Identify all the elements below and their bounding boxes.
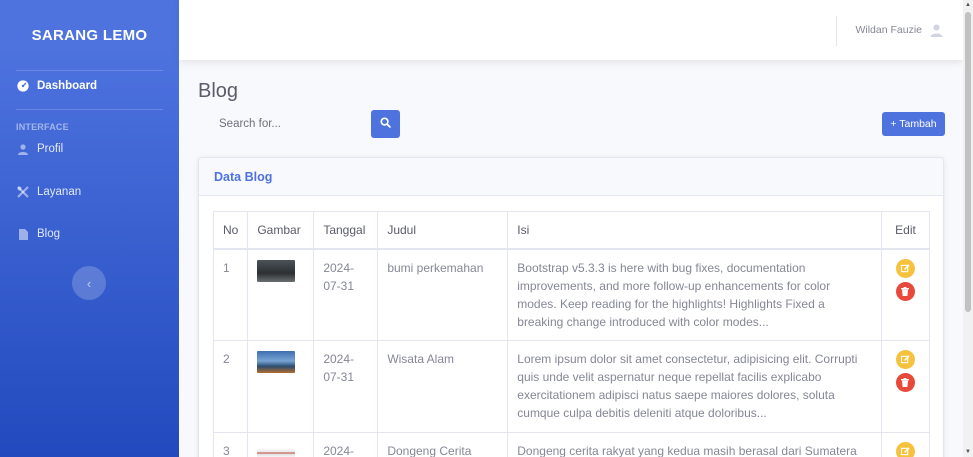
search-input[interactable]	[198, 110, 370, 138]
column-header-isi[interactable]: Isi	[507, 211, 882, 249]
column-header-judul[interactable]: Judul	[377, 211, 509, 249]
scroll-down-icon[interactable]: ▼	[963, 447, 973, 457]
column-header-tanggal[interactable]: Tanggal	[313, 211, 379, 249]
file-icon	[16, 228, 30, 240]
cell-isi: Bootstrap v5.3.3 is here with bug fixes,…	[507, 248, 882, 341]
tachometer-icon	[16, 80, 30, 92]
cell-no: 3	[212, 432, 249, 457]
blog-thumbnail[interactable]	[257, 448, 296, 457]
cell-edit	[880, 248, 931, 341]
scroll-up-icon[interactable]: ▲	[963, 0, 973, 10]
trash-icon	[901, 378, 910, 387]
column-header-gambar[interactable]: Gambar	[247, 211, 315, 249]
edit-icon	[900, 263, 910, 272]
page-scrollbar[interactable]: ▲ ▼	[963, 0, 973, 457]
user-icon	[16, 143, 30, 155]
edit-icon	[900, 355, 910, 364]
sidebar-item-label: Profil	[37, 143, 64, 155]
sidebar-brand[interactable]: SARANG LEMO	[0, 0, 179, 70]
cell-tanggal: 2024-07-31	[313, 248, 379, 341]
edit-button[interactable]	[895, 350, 915, 369]
table-row: 2 2024-07-31 Wisata Alam Lorem ipsum dol…	[212, 340, 931, 433]
cell-isi: Dongeng cerita rakyat yang kedua masih b…	[507, 432, 882, 457]
data-blog-card: Data Blog No Gambar Tanggal Judul Isi Ed…	[198, 157, 944, 457]
cell-no: 2	[212, 340, 249, 433]
sidebar-item-label: Layanan	[37, 186, 82, 198]
scrollbar-thumb[interactable]	[965, 12, 971, 312]
cell-edit	[880, 340, 931, 433]
tools-icon	[16, 186, 30, 198]
edit-button[interactable]	[895, 258, 915, 278]
cell-no: 1	[212, 248, 249, 341]
sidebar-item-profil[interactable]: Profil	[0, 137, 179, 161]
delete-button[interactable]	[895, 373, 915, 392]
sidebar: SARANG LEMO Dashboard INTERFACE Profil L…	[0, 0, 179, 457]
cell-judul: bumi perkemahan	[377, 248, 509, 341]
table-row: 3 2024- Dongeng Cerita Dongeng cerita ra…	[212, 432, 931, 457]
cell-tanggal: 2024-	[313, 432, 379, 457]
user-avatar-icon	[930, 23, 943, 37]
sidebar-divider	[16, 109, 163, 110]
table-row: 1 2024-07-31 bumi perkemahan Bootstrap v…	[212, 248, 931, 341]
user-name: Wildan Fauzie	[855, 24, 922, 36]
sidebar-item-label: Blog	[37, 228, 61, 240]
cell-edit	[880, 432, 931, 457]
sidebar-item-blog[interactable]: Blog	[0, 222, 179, 246]
blog-thumbnail[interactable]	[257, 259, 296, 282]
cell-judul: Dongeng Cerita	[377, 432, 509, 457]
trash-icon	[901, 286, 910, 296]
blog-thumbnail[interactable]	[257, 351, 296, 373]
delete-button[interactable]	[895, 281, 915, 301]
chevron-left-icon: ‹	[86, 275, 92, 291]
column-header-no[interactable]: No	[212, 211, 249, 249]
cell-isi: Lorem ipsum dolor sit amet consectetur, …	[507, 340, 882, 433]
sidebar-toggle-button[interactable]: ‹	[72, 266, 106, 300]
cell-gambar	[247, 248, 315, 341]
user-menu[interactable]: Wildan Fauzie	[855, 0, 943, 60]
edit-icon	[900, 447, 910, 456]
sidebar-item-label: Dashboard	[37, 80, 98, 92]
search-icon	[380, 115, 391, 133]
topbar: Wildan Fauzie	[179, 0, 963, 60]
page-title: Blog	[198, 80, 239, 102]
sidebar-item-layanan[interactable]: Layanan	[0, 180, 179, 204]
cell-gambar	[247, 340, 315, 433]
topbar-divider	[836, 16, 837, 46]
table-header-row: No Gambar Tanggal Judul Isi Edit	[212, 211, 931, 249]
sidebar-item-dashboard[interactable]: Dashboard	[0, 71, 179, 101]
cell-judul: Wisata Alam	[377, 340, 509, 433]
blog-table: No Gambar Tanggal Judul Isi Edit 1 2024-…	[212, 211, 931, 457]
edit-button[interactable]	[895, 442, 915, 457]
cell-gambar	[247, 432, 315, 457]
add-button-label: + Tambah	[890, 118, 937, 130]
sidebar-heading: INTERFACE	[16, 122, 69, 132]
add-button[interactable]: + Tambah	[882, 112, 945, 136]
column-header-edit[interactable]: Edit	[880, 211, 931, 249]
search-button[interactable]	[371, 110, 400, 138]
cell-tanggal: 2024-07-31	[313, 340, 379, 433]
card-title: Data Blog	[199, 158, 943, 196]
